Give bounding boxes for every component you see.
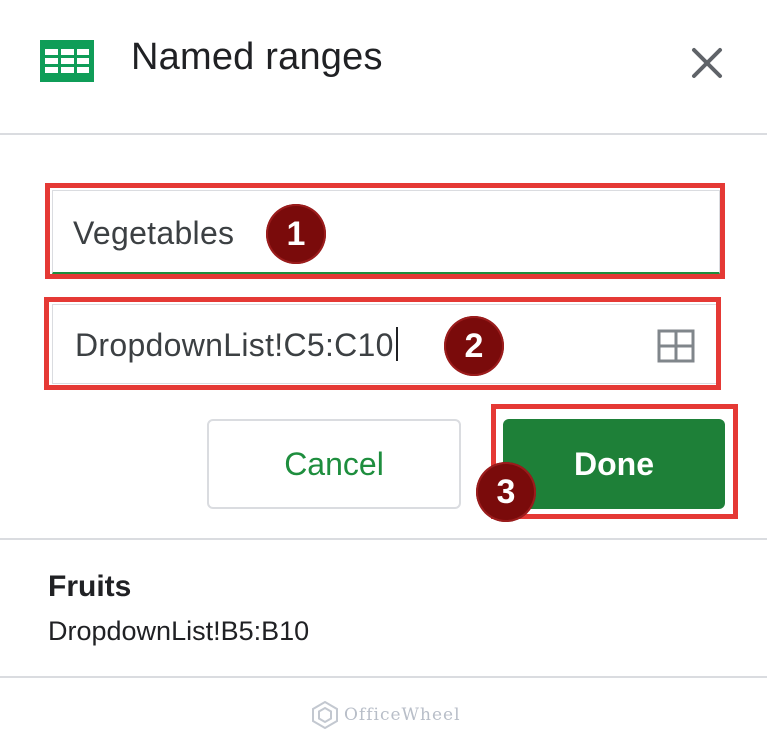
step-badge-1: 1 <box>266 204 326 264</box>
officewheel-logo-icon <box>312 701 338 729</box>
officewheel-watermark: OfficeWheel <box>312 700 461 730</box>
watermark-text: OfficeWheel <box>344 705 461 725</box>
named-range-reference: DropdownList!B5:B10 <box>48 616 310 646</box>
named-range-item[interactable]: Fruits DropdownList!B5:B10 <box>0 540 767 676</box>
google-sheets-icon <box>40 40 94 82</box>
panel-header: Named ranges <box>0 0 767 134</box>
annotation-box-2 <box>44 297 721 390</box>
cancel-button[interactable]: Cancel <box>207 419 461 509</box>
named-ranges-panel: Named ranges Vegetables 1 DropdownList!C… <box>0 0 767 754</box>
panel-title: Named ranges <box>131 36 383 78</box>
header-divider <box>0 133 767 135</box>
annotation-box-1 <box>45 183 725 279</box>
step-badge-3: 3 <box>476 462 536 522</box>
list-divider <box>0 676 767 678</box>
named-range-name: Fruits <box>48 570 132 603</box>
step-badge-2: 2 <box>444 316 504 376</box>
close-icon[interactable] <box>684 40 730 86</box>
